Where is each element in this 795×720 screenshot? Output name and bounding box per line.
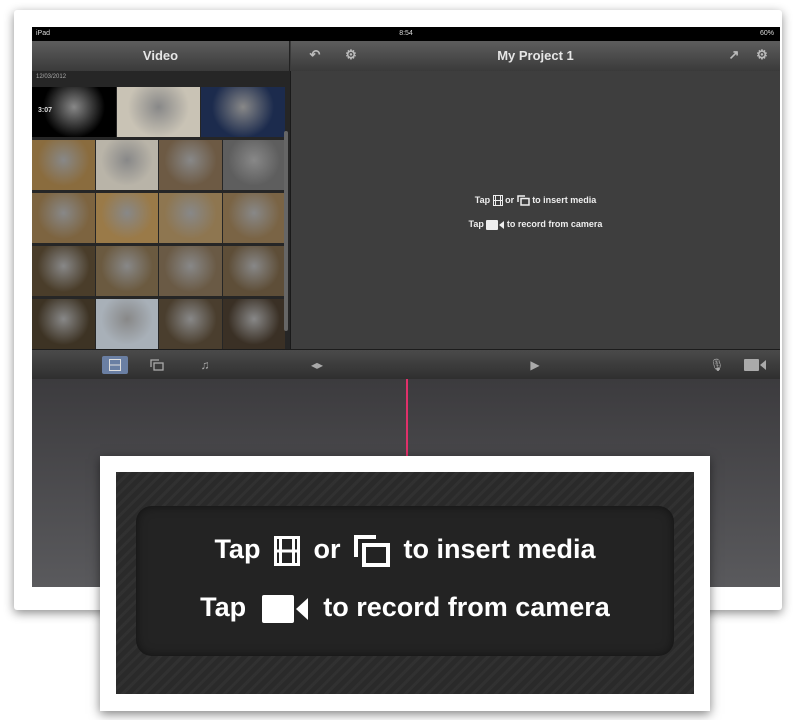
thumbnail-row: [32, 299, 286, 349]
photos-icon: [516, 195, 530, 206]
film-icon: [492, 195, 503, 207]
callout-text: to insert media: [403, 534, 596, 564]
callout-panel: Tap or to insert media Tap to record fro…: [116, 472, 694, 694]
film-icon: [109, 359, 121, 371]
video-clip-thumbnail[interactable]: [116, 87, 201, 137]
play-button[interactable]: ▶: [524, 356, 546, 374]
status-bar: iPad 8:54 60%: [32, 27, 780, 41]
video-clip-thumbnail[interactable]: [32, 193, 95, 243]
video-clip-thumbnail[interactable]: [222, 140, 285, 190]
callout-text: Tap: [200, 592, 247, 622]
video-clip-thumbnail[interactable]: [32, 299, 95, 349]
video-clip-thumbnail[interactable]: [32, 246, 95, 296]
video-clip-thumbnail[interactable]: [159, 140, 222, 190]
browser-title: Video: [142, 48, 179, 63]
photos-icon: [353, 534, 390, 567]
photos-icon: [150, 359, 164, 371]
callout-text: Tap: [214, 534, 261, 564]
video-camera-icon: [486, 219, 505, 230]
project-settings-icon[interactable]: ⚙: [754, 47, 770, 63]
microphone-icon: 🎙: [709, 358, 725, 372]
hint-text: Tap: [468, 219, 484, 229]
callout-line-insert: Tap or to insert media: [136, 534, 674, 567]
photo-browser-button[interactable]: [144, 356, 170, 374]
film-icon: [273, 535, 300, 566]
share-icon[interactable]: ↗: [726, 47, 742, 63]
microphone-button[interactable]: 🎙: [708, 356, 726, 374]
project-title: My Project 1: [497, 48, 574, 63]
video-viewer: Tap or to insert media Tap to record fro…: [291, 71, 780, 349]
video-clip-thumbnail[interactable]: [95, 193, 158, 243]
music-note-icon: ♫: [200, 358, 210, 372]
viewer-hint-insert: Tap or to insert media: [291, 195, 780, 207]
video-browser-button[interactable]: [102, 356, 128, 374]
callout-message-box: Tap or to insert media Tap to record fro…: [136, 506, 674, 656]
browser-nav-bar: Video: [32, 41, 290, 71]
arrows-icon: ◂▸: [310, 358, 324, 372]
thumbnail-row: [32, 87, 286, 137]
undo-icon[interactable]: ↶: [307, 47, 323, 63]
clip-duration: 3:07: [38, 107, 53, 114]
project-nav-bar: ↶ ⚙ My Project 1 ↗ ⚙: [291, 41, 780, 71]
play-icon: ▶: [530, 358, 540, 372]
hint-text: to insert media: [532, 195, 597, 205]
callout-text: or: [313, 534, 341, 564]
hint-text: or: [505, 195, 515, 205]
hint-text: to record from camera: [506, 219, 603, 229]
video-camera-icon: [744, 359, 766, 371]
thumbnail-row: [32, 140, 286, 190]
browser-scrollbar[interactable]: [284, 131, 288, 331]
clock: 8:54: [399, 30, 413, 37]
media-browser: 12/03/2012 3:07: [32, 71, 291, 349]
date-label: 12/03/2012: [36, 74, 67, 80]
viewer-hint-record: Tap to record from camera: [291, 219, 780, 230]
thumbnail-row: [32, 246, 286, 296]
video-clip-thumbnail[interactable]: [159, 299, 222, 349]
video-clip-thumbnail[interactable]: [222, 246, 285, 296]
trim-handle-button[interactable]: ◂▸: [304, 356, 330, 374]
callout-frame: Tap or to insert media Tap to record fro…: [100, 456, 710, 711]
thumbnail-row: [32, 193, 286, 243]
thumbnail-grid: [32, 87, 286, 352]
video-clip-thumbnail[interactable]: [95, 140, 158, 190]
battery-level: 60%: [759, 30, 774, 37]
bottom-toolbar: ♫ ◂▸ ▶ 🎙: [32, 349, 780, 380]
video-clip-thumbnail[interactable]: [95, 246, 158, 296]
settings-icon[interactable]: ⚙: [343, 47, 359, 63]
audio-browser-button[interactable]: ♫: [192, 356, 218, 374]
video-clip-thumbnail[interactable]: [159, 193, 222, 243]
video-clip-thumbnail[interactable]: [32, 140, 95, 190]
callout-text: to record from camera: [323, 592, 610, 622]
video-camera-icon: [261, 594, 308, 623]
video-clip-thumbnail[interactable]: [201, 87, 286, 137]
video-clip-thumbnail[interactable]: [222, 299, 285, 349]
callout-line-record: Tap to record from camera: [136, 592, 674, 623]
hint-text: Tap: [474, 195, 491, 205]
video-clip-thumbnail[interactable]: [222, 193, 285, 243]
camera-button[interactable]: [740, 356, 770, 374]
video-clip-thumbnail[interactable]: [95, 299, 158, 349]
video-clip-thumbnail[interactable]: [159, 246, 222, 296]
